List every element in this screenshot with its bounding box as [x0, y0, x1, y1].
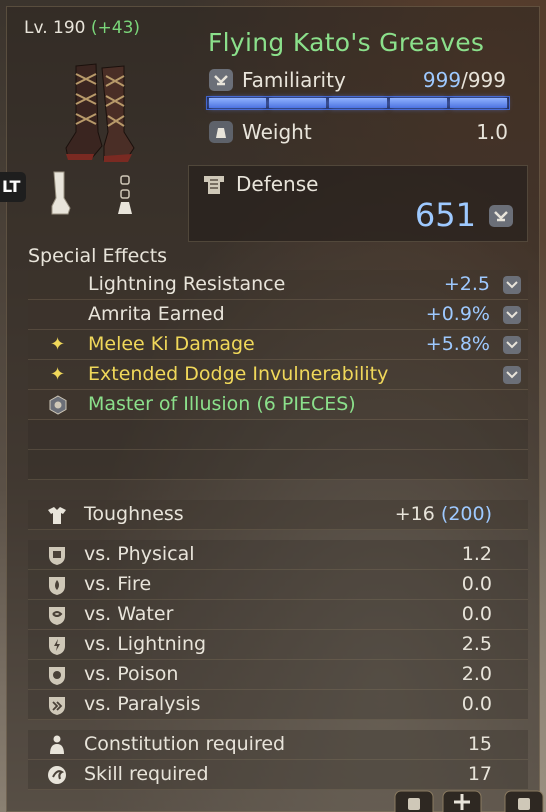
skill-icon [48, 766, 66, 784]
physical-icon [49, 547, 65, 565]
greaves-slot-icon [51, 171, 71, 215]
requirement-label: Skill required [84, 763, 209, 785]
resistance-row[interactable]: vs. Physical 1.2 [28, 540, 528, 570]
empty-effect-row [28, 450, 528, 480]
weight-value: 1.0 [476, 120, 508, 144]
weight-label: Weight [242, 120, 312, 144]
requirement-value: 15 [467, 733, 492, 755]
toughness-icon [48, 507, 66, 524]
resistance-label: vs. Water [84, 603, 174, 625]
effect-value: +2.5 [443, 273, 490, 295]
fire-icon [49, 577, 65, 595]
star-icon: ✦ [50, 334, 66, 355]
greaves-item-image [65, 63, 135, 162]
water-icon [49, 607, 65, 625]
familiarity-icon [503, 336, 521, 354]
set-bonus-icon [49, 395, 67, 415]
star-icon: ✦ [50, 364, 66, 385]
familiarity-icon [503, 366, 521, 384]
resistance-row[interactable]: vs. Paralysis 0.0 [28, 690, 528, 720]
resistance-value: 0.0 [461, 573, 492, 595]
familiarity-bar [206, 96, 510, 110]
special-effects-title: Special Effects [28, 245, 168, 267]
paralysis-icon [49, 697, 65, 715]
familiarity-icon [209, 69, 233, 91]
effect-row[interactable]: Amrita Earned +0.9% [28, 300, 528, 330]
resistance-label: vs. Paralysis [84, 693, 201, 715]
familiarity-scaling-icon [489, 205, 513, 227]
effect-name: Master of Illusion (6 PIECES) [88, 393, 356, 415]
effect-row[interactable]: Master of Illusion (6 PIECES) [28, 390, 528, 420]
toughness-label: Toughness [84, 503, 184, 525]
add-button-icon[interactable] [442, 790, 482, 812]
effect-row[interactable]: ✦ Extended Dodge Invulnerability [28, 360, 528, 390]
resistance-value: 1.2 [461, 543, 492, 565]
resistance-row[interactable]: vs. Water 0.0 [28, 600, 528, 630]
resistance-value: 2.5 [461, 633, 492, 655]
resistance-label: vs. Lightning [84, 633, 207, 655]
resistance-value: 0.0 [461, 693, 492, 715]
requirement-row[interactable]: Skill required 17 [28, 760, 528, 790]
resistance-value: 2.0 [461, 663, 492, 685]
effect-row[interactable]: ✦ Melee Ki Damage +5.8% [28, 330, 528, 360]
effect-value: +5.8% [425, 333, 490, 355]
resistance-label: vs. Physical [84, 543, 195, 565]
constitution-icon [50, 735, 64, 754]
effect-name: Melee Ki Damage [88, 333, 255, 355]
resistance-row[interactable]: vs. Poison 2.0 [28, 660, 528, 690]
toughness-row[interactable]: Toughness +16 (200) [28, 500, 528, 530]
resistance-row[interactable]: vs. Lightning 2.5 [28, 630, 528, 660]
requirement-value: 17 [467, 763, 492, 785]
resistance-value: 0.0 [461, 603, 492, 625]
poison-icon [49, 667, 65, 685]
familiarity-icon [503, 306, 521, 324]
effect-row[interactable]: Lightning Resistance +2.5 [28, 270, 528, 300]
familiarity-icon [503, 276, 521, 294]
resistance-label: vs. Fire [84, 573, 152, 595]
effect-name: Extended Dodge Invulnerability [88, 363, 389, 385]
weight-icon [209, 121, 233, 143]
resistance-row[interactable]: vs. Fire 0.0 [28, 570, 528, 600]
leg-slot-icon [118, 175, 132, 214]
defense-label: Defense [236, 172, 319, 196]
familiarity-value: 999/999 [422, 68, 506, 92]
item-level: Lv. 190 (+43) [24, 18, 141, 38]
requirement-row[interactable]: Constitution required 15 [28, 730, 528, 760]
defense-value: 651 [414, 196, 476, 234]
lt-button-badge[interactable]: LT [0, 172, 26, 202]
resistance-label: vs. Poison [84, 663, 179, 685]
lock-button-icon[interactable] [394, 790, 434, 812]
requirement-label: Constitution required [84, 733, 286, 755]
lock-button-icon[interactable] [504, 790, 544, 812]
item-name: Flying Kato's Greaves [208, 28, 485, 57]
familiarity-label: Familiarity [242, 68, 346, 92]
toughness-value: +16 (200) [394, 503, 492, 525]
effect-name: Lightning Resistance [88, 273, 286, 295]
lightning-icon [49, 637, 65, 655]
defense-icon [204, 176, 224, 194]
effect-name: Amrita Earned [88, 303, 225, 325]
effect-value: +0.9% [425, 303, 490, 325]
empty-effect-row [28, 420, 528, 450]
